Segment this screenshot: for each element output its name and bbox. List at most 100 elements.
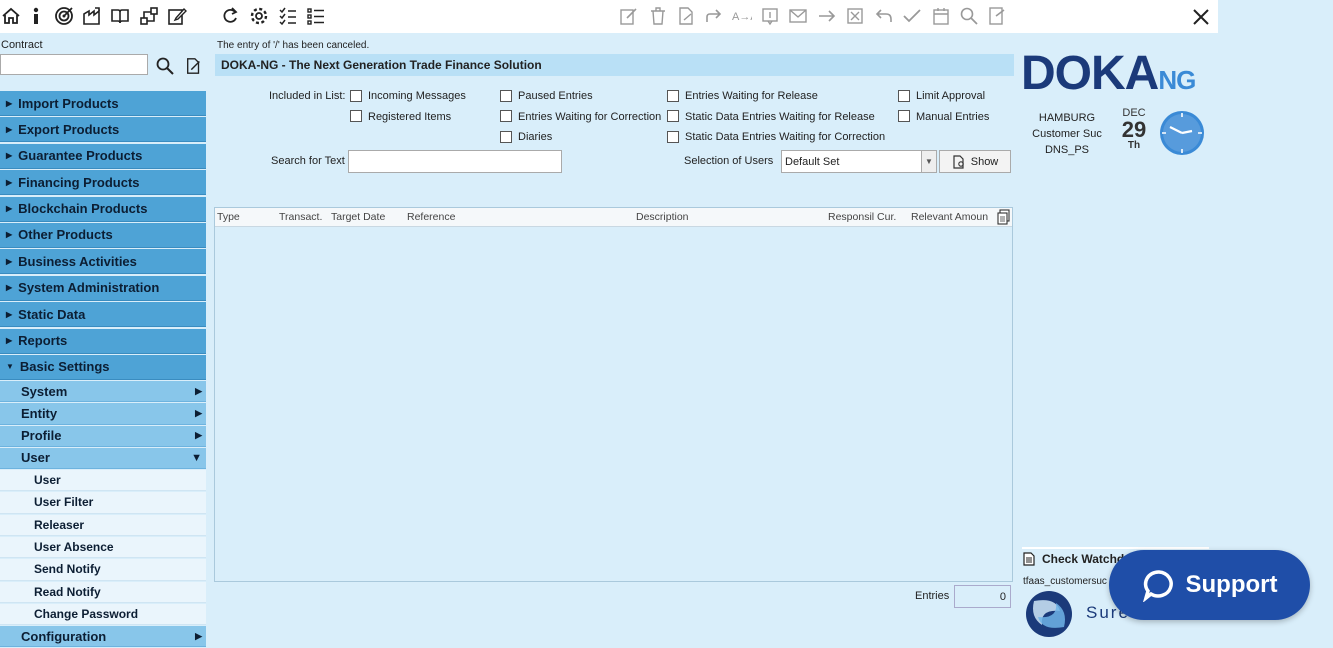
edit-doc-icon	[618, 5, 640, 27]
sidebar-item-basic-settings[interactable]: ▼ Basic Settings	[0, 354, 206, 380]
watchdog-user: tfaas_customersuc	[1023, 576, 1107, 587]
caret-right-icon: ▶	[6, 283, 13, 293]
home-icon[interactable]	[0, 5, 22, 27]
caret-right-icon: ▶	[6, 336, 13, 346]
column-header-transact[interactable]: Transact.	[279, 211, 322, 223]
close-icon[interactable]	[1189, 5, 1213, 29]
search-text-input[interactable]	[348, 150, 562, 173]
date-weekday: Th	[1127, 140, 1141, 151]
status-message: The entry of '/' has been canceled.	[217, 40, 370, 51]
checkbox-static-waiting-release[interactable]	[667, 110, 679, 122]
sidebar-item-label: Business Activities	[18, 253, 137, 269]
sidebar-item-label: Other Products	[18, 227, 113, 243]
sidebar-subitem-system[interactable]: System ▶	[0, 381, 206, 403]
show-button[interactable]: Show	[939, 150, 1011, 173]
checkbox-label: Static Data Entries Waiting for Correcti…	[685, 131, 886, 143]
menu-item-change-password[interactable]: Change Password	[0, 603, 206, 626]
checkbox-label: Limit Approval	[916, 90, 986, 102]
sidebar-subitem-label: User	[21, 450, 50, 466]
checkbox-diaries[interactable]	[500, 131, 512, 143]
checkbox-manual-entries[interactable]	[898, 110, 910, 122]
checkbox-registered-items[interactable]	[350, 110, 362, 122]
sidebar-item-business-activities[interactable]: ▶ Business Activities	[0, 249, 206, 275]
sidebar-item-static-data[interactable]: ▶ Static Data	[0, 302, 206, 328]
trash-icon	[647, 5, 669, 27]
support-button[interactable]: Support	[1109, 550, 1310, 620]
search-icon[interactable]	[155, 56, 175, 76]
caret-right-icon: ▶	[6, 124, 13, 134]
checkbox-limit-approval[interactable]	[898, 90, 910, 102]
refresh-icon[interactable]	[219, 5, 241, 27]
sidebar-subitem-entity[interactable]: Entity ▶	[0, 403, 206, 425]
menu-item-user-absence[interactable]: User Absence	[0, 536, 206, 559]
checkbox-label: Entries Waiting for Release	[685, 90, 818, 102]
workflow-icon[interactable]	[138, 5, 160, 27]
column-header-reference[interactable]: Reference	[407, 211, 455, 223]
calendar-icon	[930, 5, 952, 27]
caret-right-icon: ▶	[6, 98, 13, 108]
clock-icon	[1159, 110, 1205, 156]
book-icon[interactable]	[109, 5, 131, 27]
checkbox-label: Diaries	[518, 131, 553, 143]
search-label: Search for Text	[271, 155, 345, 167]
caret-down-icon: ▼	[6, 362, 14, 372]
sidebar-item-financing-products[interactable]: ▶ Financing Products	[0, 170, 206, 196]
sidebar-subitem-configuration[interactable]: Configuration ▶	[0, 626, 206, 648]
checkbox-incoming-messages[interactable]	[350, 90, 362, 102]
check-icon	[901, 5, 923, 27]
menu-item-read-notify[interactable]: Read Notify	[0, 581, 206, 603]
edit-document-icon[interactable]	[185, 57, 203, 75]
sidebar-item-guarantee-products[interactable]: ▶ Guarantee Products	[0, 143, 206, 169]
undo-icon	[873, 5, 895, 27]
column-header-relevant-amount[interactable]: Relevant Amoun	[911, 211, 988, 223]
copy-icon[interactable]	[997, 209, 1011, 228]
logo-suffix-text: NG	[1158, 65, 1196, 95]
right-pad	[1218, 0, 1333, 638]
sidebar-item-reports[interactable]: ▶ Reports	[0, 328, 206, 354]
factory-icon[interactable]	[81, 5, 103, 27]
menu-item-releaser[interactable]: Releaser	[0, 514, 206, 536]
location-text: HAMBURG	[1038, 112, 1096, 124]
edit-icon[interactable]	[166, 5, 188, 27]
column-header-target-date[interactable]: Target Date	[331, 211, 385, 223]
menu-item-send-notify[interactable]: Send Notify	[0, 559, 206, 581]
checkbox-label: Entries Waiting for Correction	[518, 111, 662, 123]
contract-input[interactable]	[0, 54, 148, 75]
menu-item-user[interactable]: User	[0, 470, 206, 492]
preview-icon	[953, 154, 964, 169]
sidebar-item-label: System Administration	[18, 280, 160, 296]
sidebar-item-label: Static Data	[18, 306, 86, 322]
sidebar-item-label: Financing Products	[18, 174, 140, 190]
menu-item-user-filter[interactable]: User Filter	[0, 492, 206, 514]
document-icon	[1023, 552, 1035, 566]
column-header-responsible-cur[interactable]: Responsil Cur.	[828, 211, 896, 223]
table-header: Type Transact. Target Date Reference Des…	[215, 208, 1012, 227]
checkbox-entries-waiting-release[interactable]	[667, 90, 679, 102]
sidebar-subitem-user[interactable]: User ▼	[0, 447, 206, 470]
sidebar-item-export-products[interactable]: ▶ Export Products	[0, 117, 206, 143]
column-header-type[interactable]: Type	[217, 211, 240, 223]
users-select[interactable]: Default Set ▼	[781, 150, 937, 173]
user-text: DNS_PS	[1044, 144, 1090, 156]
checkbox-entries-waiting-correction[interactable]	[500, 110, 512, 122]
sidebar-item-label: Guarantee Products	[18, 148, 143, 164]
info-icon[interactable]	[25, 5, 47, 27]
swap-icon: A→A	[731, 5, 753, 27]
sidebar-item-blockchain-products[interactable]: ▶ Blockchain Products	[0, 196, 206, 222]
list-icon[interactable]	[305, 5, 327, 27]
checklist-icon[interactable]	[277, 5, 299, 27]
date-display: DEC 29 Th	[1118, 108, 1150, 151]
column-header-description[interactable]: Description	[636, 211, 689, 223]
sidebar-item-import-products[interactable]: ▶ Import Products	[0, 91, 206, 116]
caret-right-icon: ▶	[6, 230, 13, 240]
target-icon[interactable]	[53, 5, 75, 27]
checkbox-static-waiting-correction[interactable]	[667, 131, 679, 143]
checkbox-paused-entries[interactable]	[500, 90, 512, 102]
chevron-down-icon[interactable]: ▼	[921, 151, 936, 172]
sidebar-item-label: Basic Settings	[19, 359, 110, 375]
gear-icon[interactable]	[248, 5, 270, 27]
chat-icon	[1142, 570, 1173, 602]
sidebar-item-system-administration[interactable]: ▶ System Administration	[0, 275, 206, 301]
sidebar-subitem-profile[interactable]: Profile ▶	[0, 425, 206, 447]
sidebar-item-other-products[interactable]: ▶ Other Products	[0, 222, 206, 248]
